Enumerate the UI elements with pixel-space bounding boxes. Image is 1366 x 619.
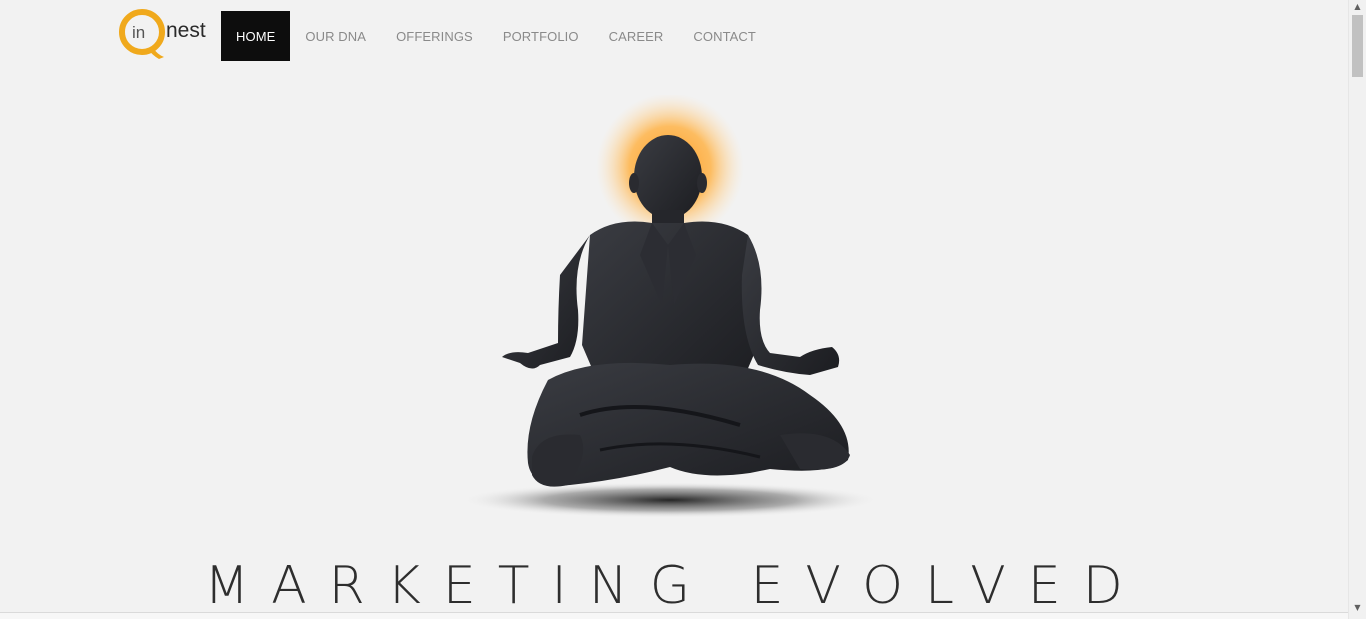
nav-item-home[interactable]: HOME bbox=[221, 11, 291, 61]
logo-suffix-text: nest bbox=[166, 19, 206, 42]
floor-shadow bbox=[460, 482, 880, 518]
nav-item-contact[interactable]: CONTACT bbox=[678, 11, 771, 61]
main-nav: HOME OUR DNA OFFERINGS PORTFOLIO CAREER … bbox=[221, 11, 771, 61]
nav-item-our-dna[interactable]: OUR DNA bbox=[290, 11, 381, 61]
nav-item-portfolio[interactable]: PORTFOLIO bbox=[488, 11, 594, 61]
inqnest-logo[interactable]: in nest bbox=[118, 5, 216, 59]
hero-tagline: MARKETING EVOLVED bbox=[204, 556, 1145, 616]
scroll-up-icon[interactable]: ▲ bbox=[1349, 0, 1366, 14]
vertical-scrollbar[interactable]: ▲ ▼ bbox=[1348, 0, 1366, 619]
logo-prefix-text: in bbox=[132, 23, 145, 42]
scroll-thumb[interactable] bbox=[1352, 15, 1363, 77]
scroll-down-icon[interactable]: ▼ bbox=[1349, 601, 1366, 615]
hero-meditating-statue-image bbox=[460, 95, 880, 518]
site-header: in nest HOME OUR DNA OFFERINGS PORTFOLIO… bbox=[0, 0, 1349, 72]
nav-item-career[interactable]: CAREER bbox=[594, 11, 679, 61]
nav-item-offerings[interactable]: OFFERINGS bbox=[381, 11, 488, 61]
horizontal-scroll-track bbox=[0, 612, 1349, 619]
page: in nest HOME OUR DNA OFFERINGS PORTFOLIO… bbox=[0, 0, 1366, 619]
